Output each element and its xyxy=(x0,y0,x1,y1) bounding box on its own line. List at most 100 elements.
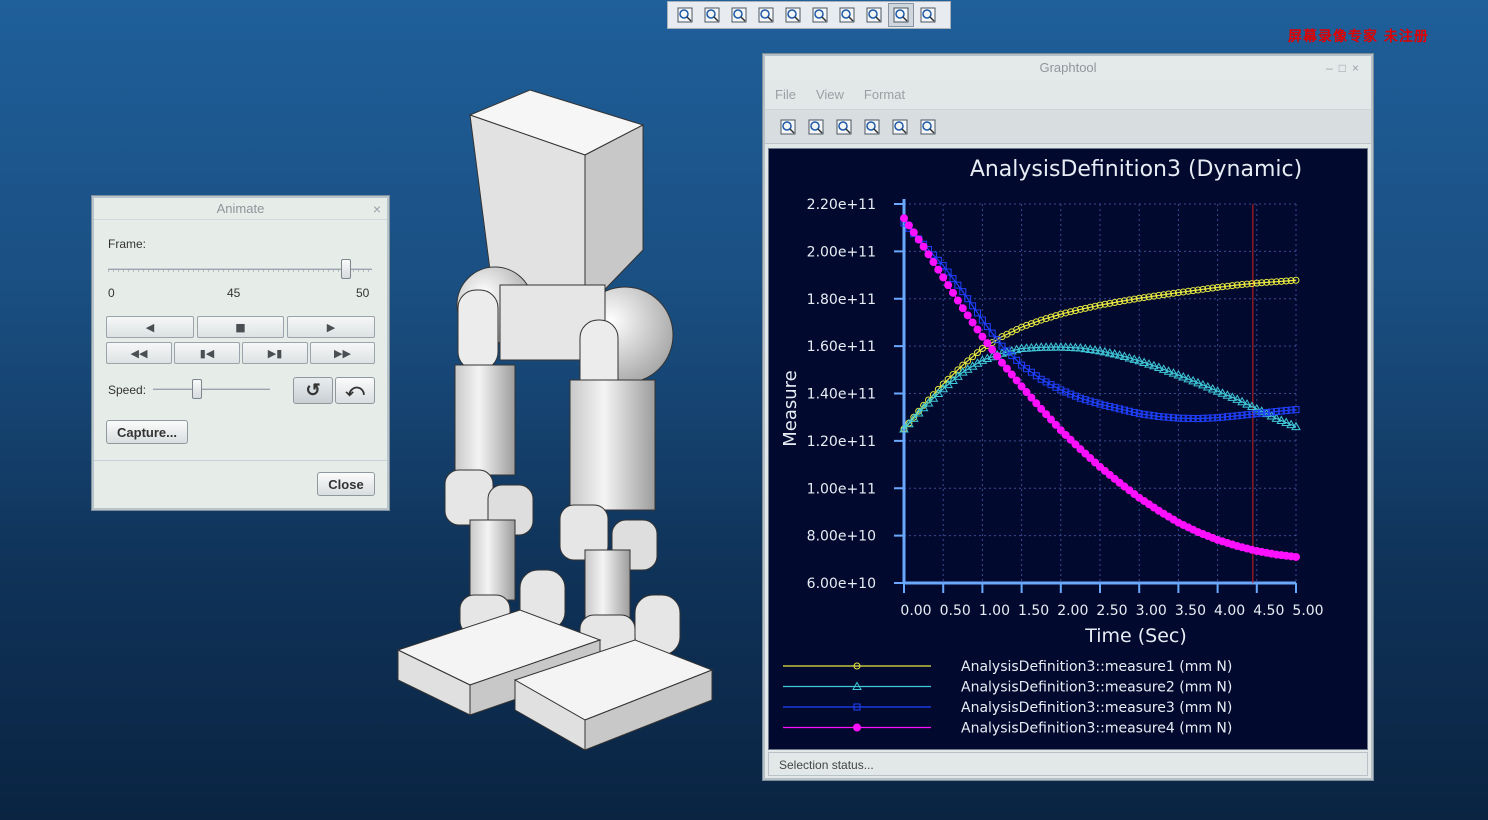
step-back-button[interactable]: ▮◀ xyxy=(174,342,240,364)
data-point xyxy=(1007,370,1016,379)
repaint-button[interactable] xyxy=(753,3,779,27)
data-point xyxy=(1012,376,1021,385)
y-tick-label: 1.80e+11 xyxy=(807,292,876,308)
refit-button[interactable] xyxy=(887,115,913,139)
data-point xyxy=(904,221,913,230)
zoom-out-button[interactable] xyxy=(726,3,752,27)
stop-button[interactable]: ■ xyxy=(197,316,284,338)
data-point xyxy=(853,723,861,732)
mechanism-button[interactable] xyxy=(915,3,941,27)
refit-icon xyxy=(892,119,908,134)
reverse-button[interactable]: ⤺ xyxy=(335,377,375,404)
speed-slider-thumb[interactable] xyxy=(192,379,202,399)
zoom-in-icon xyxy=(864,119,880,134)
repaint-button[interactable] xyxy=(831,115,857,139)
play-backward-button[interactable]: ◀ xyxy=(106,316,194,338)
frame-label: Frame: xyxy=(108,237,147,251)
repeat-icon: ↺ xyxy=(305,380,321,400)
frame-slider-thumb[interactable] xyxy=(340,259,351,279)
play-forward-icon: ▶ xyxy=(326,320,336,334)
datum-display-icon xyxy=(866,7,882,23)
y-tick-label: 6.00e+10 xyxy=(807,576,876,592)
y-tick-label: 2.00e+11 xyxy=(807,244,876,260)
legend-label: AnalysisDefinition3::measure4 (mm N) xyxy=(961,721,1232,737)
speed-slider-track[interactable] xyxy=(153,388,270,390)
menu-file[interactable]: File xyxy=(775,87,796,102)
x-tick-label: 3.50 xyxy=(1175,603,1206,619)
frame-slider-track[interactable] xyxy=(108,268,372,270)
data-point xyxy=(973,325,982,334)
legend-label: AnalysisDefinition3::measure2 (mm N) xyxy=(961,680,1232,696)
y-tick-label: 1.40e+11 xyxy=(807,387,876,403)
menu-format[interactable]: Format xyxy=(864,87,905,102)
frame-min-label: 0 xyxy=(108,286,115,300)
mechanism-icon xyxy=(920,7,936,23)
data-point xyxy=(993,352,1002,361)
y-axis-label: Measure xyxy=(780,370,801,447)
view-cube-button[interactable] xyxy=(780,3,806,27)
play-backward-icon: ◀ xyxy=(145,320,155,334)
data-point xyxy=(929,258,938,267)
print-button[interactable] xyxy=(775,115,801,139)
graphtool-toolbar xyxy=(765,110,1371,144)
data-point xyxy=(900,214,908,223)
saved-views-icon xyxy=(812,7,828,23)
x-tick-label: 4.00 xyxy=(1214,603,1245,619)
legend-label: AnalysisDefinition3::measure1 (mm N) xyxy=(961,659,1232,675)
menu-view[interactable]: View xyxy=(816,87,844,102)
zoom-out-icon xyxy=(731,7,747,23)
x-tick-label: 2.00 xyxy=(1057,603,1088,619)
edit-graph-icon xyxy=(920,119,936,134)
y-tick-label: 1.60e+11 xyxy=(807,339,876,355)
play-forward-button[interactable]: ▶ xyxy=(287,316,375,338)
close-button[interactable]: Close xyxy=(317,472,375,496)
data-point xyxy=(953,296,962,305)
legend-entry: AnalysisDefinition3::measure4 (mm N) xyxy=(783,721,1232,737)
animate-title-text: Animate xyxy=(216,201,265,216)
saved-views-button[interactable] xyxy=(807,3,833,27)
legend-label: AnalysisDefinition3::measure3 (mm N) xyxy=(961,700,1232,716)
status-bar: Selection status... xyxy=(768,752,1368,776)
data-point xyxy=(939,273,948,282)
watermark-text: 屏幕录像专家 未注册 xyxy=(1288,29,1429,45)
zoom-in-button[interactable] xyxy=(699,3,725,27)
fast-forward-icon: ▶▶ xyxy=(334,346,351,360)
y-tick-label: 1.20e+11 xyxy=(807,434,876,450)
minimize-icon[interactable]: – xyxy=(1326,61,1339,75)
step-forward-icon: ▶▮ xyxy=(267,346,283,360)
x-tick-label: 3.00 xyxy=(1136,603,1167,619)
x-tick-label: 0.00 xyxy=(900,603,931,619)
top-toolbar xyxy=(667,1,951,29)
repaint-icon xyxy=(836,119,852,134)
close-window-icon[interactable]: × xyxy=(1352,61,1365,75)
close-icon[interactable]: × xyxy=(373,198,381,220)
refit-button[interactable] xyxy=(672,3,698,27)
data-point xyxy=(909,228,918,237)
robot-model[interactable] xyxy=(390,80,730,760)
repeat-button[interactable]: ↺ xyxy=(293,377,333,404)
print-icon xyxy=(780,119,796,134)
edit-graph-button[interactable] xyxy=(915,115,941,139)
maximize-icon[interactable]: □ xyxy=(1339,61,1352,75)
graphtool-window: Graphtool –□× File View Format AnalysisD… xyxy=(763,54,1373,780)
data-point xyxy=(934,265,943,274)
spin-center-button[interactable] xyxy=(888,3,914,27)
datum-display-button[interactable] xyxy=(861,3,887,27)
camera-button[interactable] xyxy=(834,3,860,27)
capture-button[interactable]: Capture... xyxy=(106,420,188,444)
grid-icon xyxy=(808,119,824,134)
x-tick-label: 1.50 xyxy=(1018,603,1049,619)
data-point xyxy=(944,281,953,290)
data-point xyxy=(958,304,967,313)
rewind-button[interactable]: ◀◀ xyxy=(106,342,172,364)
grid-button[interactable] xyxy=(803,115,829,139)
data-point xyxy=(914,235,923,244)
frame-max-label: 50 xyxy=(356,286,370,300)
refit-icon xyxy=(677,7,693,23)
data-point xyxy=(978,332,987,341)
y-tick-label: 1.00e+11 xyxy=(807,481,876,497)
step-forward-button[interactable]: ▶▮ xyxy=(242,342,308,364)
zoom-in-button[interactable] xyxy=(859,115,885,139)
menu-bar: File View Format xyxy=(765,80,1371,110)
fast-forward-button[interactable]: ▶▶ xyxy=(310,342,375,364)
